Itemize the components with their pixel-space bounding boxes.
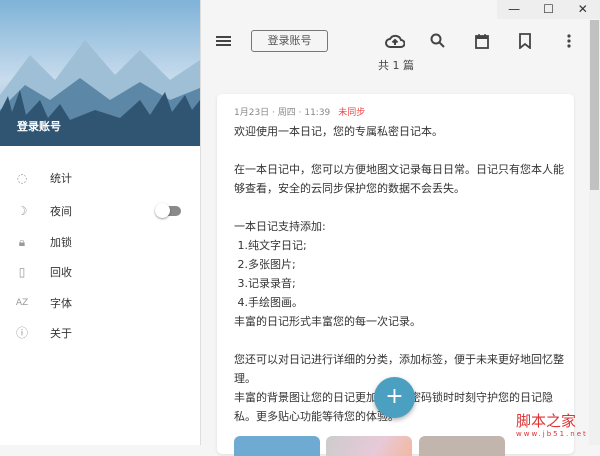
entry-meta: 1月23日 · 周四 · 11:39 未同步 (234, 105, 365, 118)
background-thumbnail[interactable] (234, 436, 320, 456)
calendar-icon[interactable] (472, 31, 492, 51)
sidebar-item-label: 回收 (50, 266, 72, 279)
sidebar-item-label: 统计 (50, 172, 72, 185)
bookmark-icon[interactable] (515, 31, 535, 51)
maximize-button[interactable]: ☐ (531, 0, 565, 19)
sidebar-item-label: 字体 (50, 297, 72, 310)
sidebar-item-lock[interactable]: 🔒︎ 加锁 (0, 227, 200, 257)
sidebar-item-night[interactable]: ☽ 夜间 (0, 196, 200, 226)
sidebar-item-label: 关于 (50, 327, 72, 340)
close-button[interactable]: ✕ (566, 0, 600, 19)
background-thumbnail[interactable] (326, 436, 412, 456)
scrollbar-thumb[interactable] (590, 20, 599, 190)
watermark: 脚本之家 (516, 412, 577, 430)
sidebar-item-trash[interactable]: ▯ 回收 (0, 257, 200, 287)
watermark-url: www.jb51.net (516, 430, 588, 438)
menu-icon[interactable] (214, 31, 234, 51)
sync-status: 未同步 (338, 108, 366, 118)
sidebar-item-stats[interactable]: ◌ 统计 (0, 163, 200, 193)
sidebar: 登录账号 ◌ 统计 ☽ 夜间 🔒︎ 加锁 ▯ 回收 AZ 字体 ⓘ 关于 (0, 0, 201, 445)
stats-icon: ◌ (16, 171, 28, 185)
background-thumbnail[interactable] (419, 436, 505, 456)
sidebar-item-font[interactable]: AZ 字体 (0, 288, 200, 318)
more-options-icon[interactable] (559, 31, 579, 51)
sidebar-item-label: 加锁 (50, 236, 72, 249)
lock-icon: 🔒︎ (18, 235, 26, 249)
moon-icon: ☽ (16, 204, 28, 218)
account-name[interactable]: 登录账号 (17, 118, 61, 134)
info-icon: ⓘ (15, 326, 28, 340)
trash-icon: ▯ (18, 265, 26, 279)
font-icon: AZ (15, 298, 29, 308)
minimize-button[interactable]: — (497, 0, 531, 19)
login-button[interactable]: 登录账号 (251, 30, 328, 52)
sidebar-banner: 登录账号 (0, 0, 200, 146)
scrollbar[interactable] (589, 20, 600, 445)
search-icon[interactable] (428, 31, 448, 51)
sidebar-item-label: 夜间 (50, 205, 72, 218)
window-controls: — ☐ ✕ (497, 0, 600, 19)
night-mode-toggle[interactable] (155, 203, 181, 218)
cloud-upload-icon[interactable] (385, 31, 405, 51)
sidebar-item-about[interactable]: ⓘ 关于 (0, 318, 200, 348)
add-entry-button[interactable]: + (374, 377, 415, 418)
entry-date: 1月23日 · 周四 · 11:39 (234, 108, 331, 118)
entry-count: 共 1 篇 (378, 59, 414, 72)
